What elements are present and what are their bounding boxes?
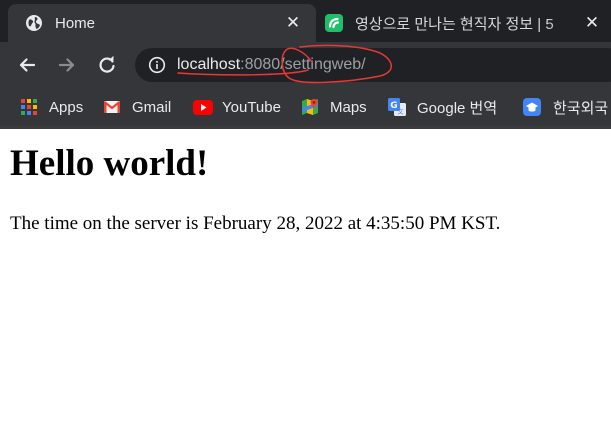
bookmark-maps[interactable]: Maps: [301, 95, 367, 119]
green-brand-icon: [325, 14, 343, 32]
hufs-icon: [523, 98, 541, 116]
url-text[interactable]: localhost:8080/settingweb/: [177, 56, 366, 74]
toolbar: localhost:8080/settingweb/: [0, 42, 611, 88]
url-host: localhost: [177, 56, 241, 73]
bookmark-label: Apps: [49, 98, 84, 116]
bookmark-apps[interactable]: Apps: [20, 95, 83, 119]
svg-text:文: 文: [397, 108, 403, 116]
bookmark-label: Gmail: [132, 98, 172, 116]
apps-grid-icon: [20, 98, 38, 116]
bookmark-label: Maps: [330, 98, 367, 116]
reload-icon[interactable]: [92, 50, 122, 80]
server-time-text: The time on the server is February 28, 2…: [10, 213, 501, 234]
url-path: :8080/settingweb/: [240, 56, 366, 73]
bookmark-label: Google 번역: [417, 99, 498, 117]
maps-icon: [301, 98, 319, 116]
bookmarks-bar: Apps Gmail YouTube Maps G 文 Google 번역 한국…: [0, 88, 611, 129]
tab-home[interactable]: Home ✕: [8, 4, 316, 42]
close-tab-icon[interactable]: ✕: [282, 12, 304, 34]
youtube-icon: [193, 98, 213, 116]
bookmark-gmail[interactable]: Gmail: [103, 95, 171, 119]
bookmark-google-translate[interactable]: G 文 Google 번역: [388, 95, 497, 119]
page-heading: Hello world!: [10, 143, 209, 184]
bookmark-youtube[interactable]: YouTube: [193, 95, 281, 119]
tab-jobs-video[interactable]: 영상으로 만나는 현직자 정보 | 5 ✕: [316, 4, 611, 42]
page-content: Hello world! The time on the server is F…: [0, 129, 611, 436]
address-bar[interactable]: localhost:8080/settingweb/: [135, 48, 611, 82]
tab-title: Home: [55, 14, 96, 32]
forward-arrow-icon[interactable]: [52, 50, 82, 80]
browser-chrome: Home ✕ 영상으로 만나는 현직자 정보 | 5 ✕ localhost:8…: [0, 0, 611, 129]
tab-title: 영상으로 만나는 현직자 정보 | 5: [355, 15, 554, 33]
back-arrow-icon[interactable]: [12, 50, 42, 80]
bookmark-hufs[interactable]: 한국외국: [523, 95, 608, 119]
globe-icon: [25, 14, 43, 32]
bookmark-label: 한국외국: [553, 99, 609, 117]
google-translate-icon: G 文: [388, 98, 406, 116]
bookmark-label: YouTube: [222, 98, 281, 116]
gmail-icon: [103, 98, 121, 116]
close-tab-icon[interactable]: ✕: [581, 12, 603, 34]
tab-strip: Home ✕ 영상으로 만나는 현직자 정보 | 5 ✕: [0, 0, 611, 42]
site-info-icon[interactable]: [148, 56, 166, 74]
